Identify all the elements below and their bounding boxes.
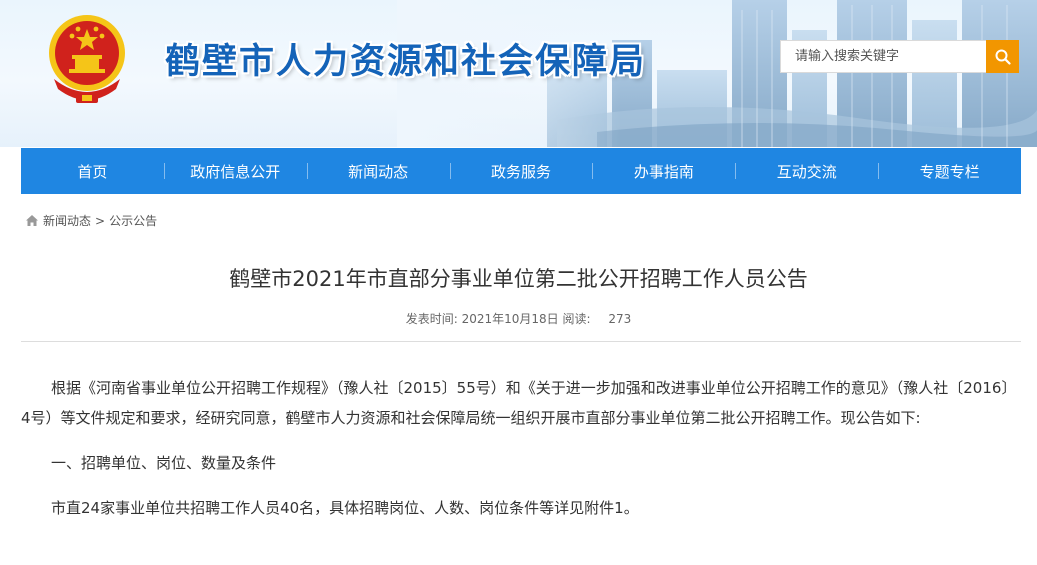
main-nav: 首页 政府信息公开 新闻动态 政务服务 办事指南 互动交流 专题专栏 (21, 148, 1021, 194)
section-heading: 一、招聘单位、岗位、数量及条件 (51, 454, 277, 472)
article-paragraph: 市直24家事业单位共招聘工作人员40名，具体招聘岗位、人数、岗位条件等详见附件1… (51, 499, 639, 517)
views-count: 273 (608, 312, 632, 326)
publish-date: 2021年10月18日 (461, 312, 559, 326)
nav-item-topics[interactable]: 专题专栏 (878, 148, 1021, 194)
divider (21, 341, 1021, 342)
national-emblem-icon (49, 15, 125, 103)
nav-item-interaction[interactable]: 互动交流 (735, 148, 878, 194)
search-input[interactable] (780, 40, 986, 73)
breadcrumb: 新闻动态 > 公示公告 (25, 212, 157, 229)
views-label: 阅读: (562, 312, 591, 326)
publish-label: 发表时间: (405, 312, 458, 326)
nav-item-services[interactable]: 政务服务 (449, 148, 593, 194)
article-title: 鹤壁市2021年市直部分事业单位第二批公开招聘工作人员公告 (229, 267, 808, 291)
nav-item-home[interactable]: 首页 (21, 148, 164, 194)
article-paragraph: 根据《河南省事业单位公开招聘工作规程》（豫人社〔2015〕55号）和《关于进一步… (21, 379, 1017, 427)
nav-item-gov-info[interactable]: 政府信息公开 (163, 148, 307, 194)
search-icon (995, 49, 1011, 65)
breadcrumb-link-notices[interactable]: 公示公告 (109, 212, 157, 229)
article-body: 根据《河南省事业单位公开招聘工作规程》（豫人社〔2015〕55号）和《关于进一步… (21, 373, 1018, 538)
search-button[interactable] (986, 40, 1019, 73)
site-title: 鹤壁市人力资源和社会保障局 (165, 42, 647, 82)
article-meta: 发表时间: 2021年10月18日 阅读: 273 (0, 310, 1037, 327)
nav-item-news[interactable]: 新闻动态 (306, 148, 450, 194)
breadcrumb-link-news[interactable]: 新闻动态 (43, 212, 91, 229)
home-icon[interactable] (25, 214, 39, 227)
nav-item-guide[interactable]: 办事指南 (592, 148, 735, 194)
breadcrumb-separator: > (95, 213, 106, 228)
site-header: 鹤壁市人力资源和社会保障局 (0, 0, 1037, 147)
